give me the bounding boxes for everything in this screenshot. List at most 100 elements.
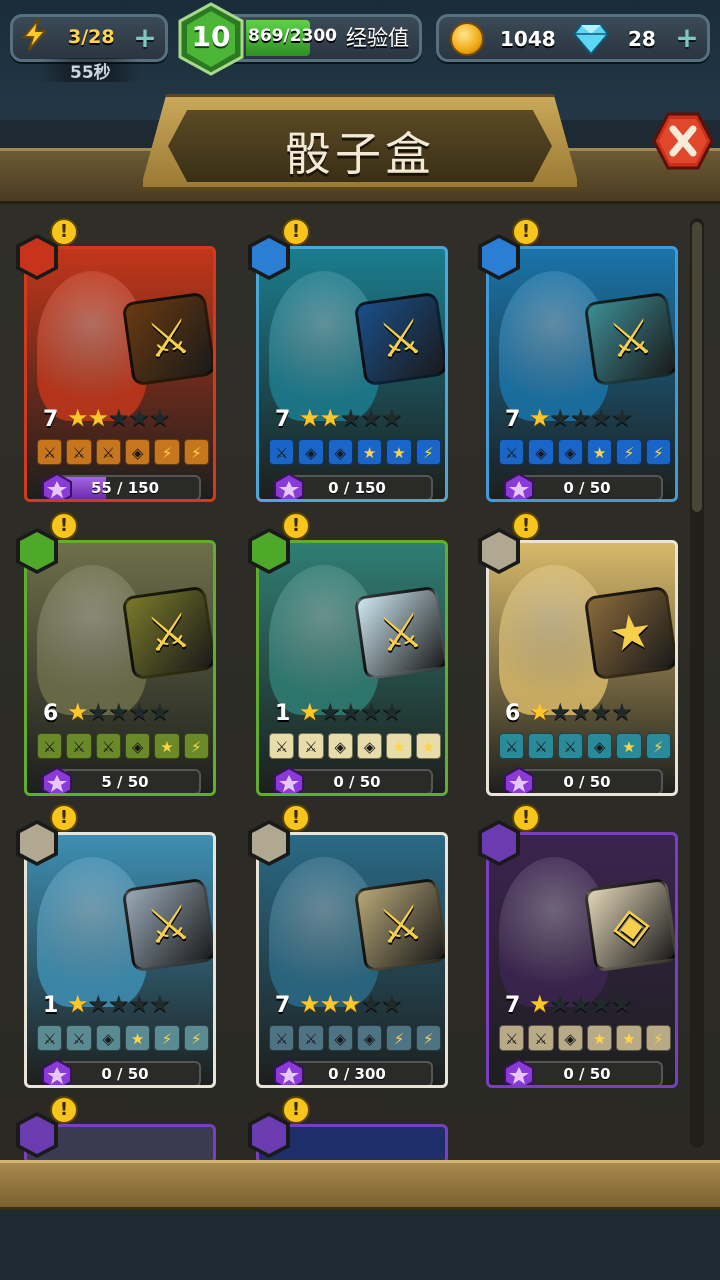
shard-icon xyxy=(273,1058,305,1085)
shield-face-icon: ◈ xyxy=(528,439,554,465)
lightning-face-icon: ⚡ xyxy=(154,439,180,465)
sword-face-icon: ⚔ xyxy=(269,439,295,465)
star-empty-icon: ★ xyxy=(549,990,571,1018)
alert-icon: ! xyxy=(512,804,540,832)
sword-face-icon: ⚔ xyxy=(528,733,554,759)
dice-level: 1 xyxy=(43,993,59,1018)
star-filled-icon: ★ xyxy=(67,990,88,1018)
dice-faces: ⚔ ⚔ ◈ ◈ ⚡ ⚡ xyxy=(269,1025,441,1051)
scrollbar-thumb[interactable] xyxy=(692,222,702,512)
lightning-face-icon: ⚡ xyxy=(415,439,441,465)
star-face-icon: ★ xyxy=(124,1025,151,1051)
sword-face-icon: ⚔ xyxy=(37,439,63,465)
alert-icon: ! xyxy=(512,512,540,540)
dice-card[interactable]: ⚔ 1 ★★★★★ ⚔ ⚔ ◈ ★ ⚡ ⚡ 0 / 50 xyxy=(24,832,216,1088)
dice-level: 7 xyxy=(275,993,291,1018)
shard-icon xyxy=(503,472,535,499)
dice-card[interactable]: ⚔ 1 ★★★★★ ⚔ ⚔ ◈ ◈ ★ ★ 0 / 50 xyxy=(256,540,448,796)
gem-icon xyxy=(572,24,610,56)
star-face-icon: ★ xyxy=(616,1025,642,1051)
dice-card[interactable]: ⚔ 7 ★★★★★ ⚔ ◈ ◈ ★ ★ ⚡ 0 / 150 xyxy=(256,246,448,502)
shard-progress-text: 0 / 50 xyxy=(333,773,381,791)
shield-face-icon: ◈ xyxy=(327,733,353,759)
shield-face-icon: ◈ xyxy=(586,733,613,759)
star-empty-icon: ★ xyxy=(590,990,612,1018)
dice-card[interactable]: ⚔ 6 ★★★★★ ⚔ ⚔ ⚔ ◈ ★ ⚡ 5 / 50 xyxy=(24,540,216,796)
shard-progress-text: 0 / 50 xyxy=(563,479,611,497)
shard-icon xyxy=(41,1058,73,1085)
dice-card[interactable]: ⚔ 7 ★★★★★ ⚔ ⚔ ◈ ◈ ⚡ ⚡ 0 / 300 xyxy=(256,832,448,1088)
shield-face-icon: ◈ xyxy=(327,1025,353,1051)
dice-level: 6 xyxy=(505,701,521,726)
coin-count: 1048 xyxy=(500,27,556,51)
star-empty-icon: ★ xyxy=(611,698,632,726)
sword-face-icon: ⚔ xyxy=(95,439,121,465)
dice-icon: ⚔ xyxy=(353,877,445,973)
sword-face-icon: ⚔ xyxy=(66,1025,92,1051)
dice-card[interactable]: ★ 6 ★★★★★ ⚔ ⚔ ⚔ ◈ ★ ⚡ 0 / 50 xyxy=(486,540,678,796)
dice-face-glyph: ⚔ xyxy=(143,894,195,956)
dice-face-glyph: ⚔ xyxy=(375,308,427,370)
star-empty-icon: ★ xyxy=(128,698,150,726)
sword-face-icon: ⚔ xyxy=(269,1025,295,1051)
page-title: 骰子盒 xyxy=(285,127,435,181)
shield-face-icon: ◈ xyxy=(124,439,151,465)
star-face-icon: ★ xyxy=(586,1025,613,1051)
star-filled-icon: ★ xyxy=(67,404,88,432)
add-energy-button[interactable]: + xyxy=(132,24,158,52)
star-empty-icon: ★ xyxy=(340,404,361,432)
dice-icon: ◈ xyxy=(583,877,675,973)
shard-progress-text: 55 / 150 xyxy=(90,479,160,497)
star-rating: ★★★★★ xyxy=(67,990,171,1018)
dice-face-glyph: ★ xyxy=(605,602,657,664)
dice-card[interactable]: ⚔ 7 ★★★★★ ⚔ ◈ ◈ ★ ⚡ ⚡ 0 / 50 xyxy=(486,246,678,502)
sword-face-icon: ⚔ xyxy=(269,733,295,759)
star-face-icon: ★ xyxy=(586,439,613,465)
dice-icon: ⚔ xyxy=(121,291,213,387)
star-empty-icon: ★ xyxy=(108,404,129,432)
lightning-face-icon: ⚡ xyxy=(183,733,209,759)
star-filled-icon: ★ xyxy=(529,404,550,432)
star-empty-icon: ★ xyxy=(128,404,150,432)
shard-progress-text: 5 / 50 xyxy=(101,773,149,791)
dice-icon: ⚔ xyxy=(353,585,445,681)
dice-icon: ⚔ xyxy=(353,291,445,387)
dice-card[interactable]: ◈ 7 ★★★★★ ⚔ ⚔ ◈ ★ ★ ⚡ 0 / 50 xyxy=(486,832,678,1088)
dice-face-glyph: ◈ xyxy=(608,894,654,956)
star-filled-icon: ★ xyxy=(529,990,550,1018)
sword-face-icon: ⚔ xyxy=(37,733,63,759)
shield-face-icon: ◈ xyxy=(356,1025,383,1051)
star-empty-icon: ★ xyxy=(108,990,129,1018)
star-filled-icon: ★ xyxy=(299,698,320,726)
shard-icon xyxy=(273,766,305,793)
energy-count: 3/28 xyxy=(68,26,115,48)
dice-faces: ⚔ ⚔ ◈ ★ ★ ⚡ xyxy=(499,1025,671,1051)
lightning-face-icon: ⚡ xyxy=(183,439,209,465)
star-empty-icon: ★ xyxy=(381,698,402,726)
dice-face-glyph: ⚔ xyxy=(375,894,427,956)
star-filled-icon: ★ xyxy=(299,990,320,1018)
add-gems-button[interactable]: + xyxy=(674,24,700,52)
close-button[interactable] xyxy=(652,112,714,170)
shield-face-icon: ◈ xyxy=(557,439,583,465)
star-empty-icon: ★ xyxy=(340,698,361,726)
star-rating: ★★★★★ xyxy=(529,990,633,1018)
xp-label: 经验值 xyxy=(346,26,409,50)
footer-background xyxy=(0,1210,720,1280)
footer-plank xyxy=(0,1160,720,1210)
lightning-face-icon: ⚡ xyxy=(154,1025,180,1051)
star-face-icon: ★ xyxy=(386,439,412,465)
star-empty-icon: ★ xyxy=(611,990,632,1018)
shard-progress-text: 0 / 50 xyxy=(563,1065,611,1083)
sword-face-icon: ⚔ xyxy=(499,439,525,465)
sword-face-icon: ⚔ xyxy=(66,733,92,759)
star-face-icon: ★ xyxy=(415,733,441,759)
xp-value: 869/2300 xyxy=(248,26,338,46)
dice-icon: ⚔ xyxy=(121,877,213,973)
shard-icon xyxy=(503,766,535,793)
dice-card[interactable]: ⚔ 7 ★★★★★ ⚔ ⚔ ⚔ ◈ ⚡ ⚡ 55 / 150 xyxy=(24,246,216,502)
alert-icon: ! xyxy=(50,218,78,246)
star-face-icon: ★ xyxy=(154,733,180,759)
alert-icon: ! xyxy=(282,512,310,540)
star-empty-icon: ★ xyxy=(87,990,109,1018)
